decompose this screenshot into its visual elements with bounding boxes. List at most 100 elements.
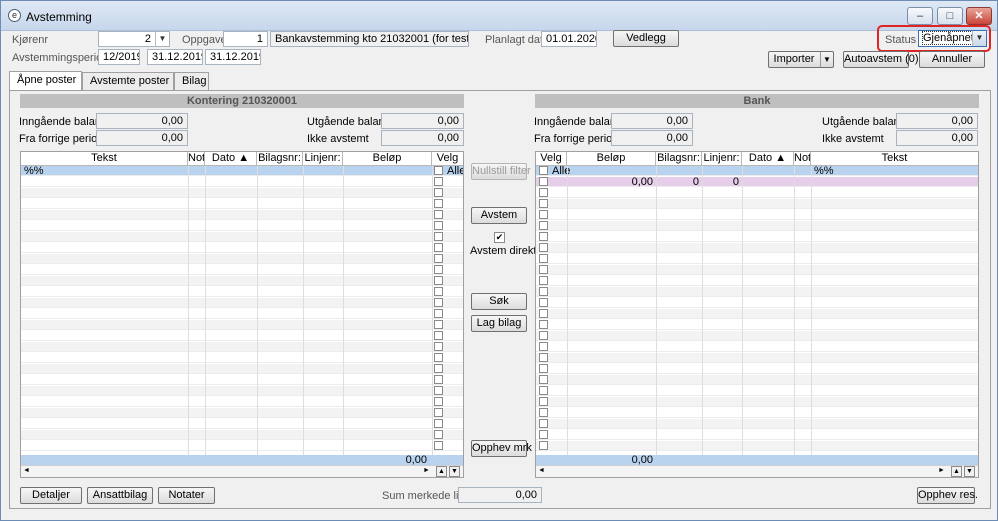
table-row[interactable] <box>21 254 463 264</box>
row-checkbox[interactable] <box>434 221 443 230</box>
row-checkbox[interactable] <box>434 210 443 219</box>
table-row[interactable] <box>536 441 978 451</box>
row-checkbox[interactable] <box>434 287 443 296</box>
row-checkbox[interactable] <box>539 276 548 285</box>
left-horizontal-scrollbar[interactable]: ◄ ► ▲ ▼ <box>21 465 463 477</box>
nullstill-filter-button[interactable]: Nullstill filter <box>471 163 531 180</box>
right-filter-row[interactable]: Alle %% <box>536 166 978 177</box>
row-checkbox[interactable] <box>434 331 443 340</box>
row-checkbox[interactable] <box>539 386 548 395</box>
minimize-button[interactable]: – <box>907 7 933 25</box>
table-row[interactable] <box>536 364 978 374</box>
row-checkbox[interactable] <box>539 353 548 362</box>
date-from-field[interactable]: 31.12.2019 <box>147 49 203 65</box>
scroll-up-double-icon[interactable]: ▲ <box>951 466 962 477</box>
row-checkbox[interactable] <box>539 441 548 450</box>
periode-field[interactable]: 12/2019 <box>98 49 140 65</box>
scroll-left-icon[interactable]: ◄ <box>23 467 30 474</box>
col-tekst[interactable]: Tekst <box>21 152 188 166</box>
table-row[interactable] <box>536 254 978 264</box>
row-checkbox[interactable] <box>539 298 548 307</box>
col-velg[interactable]: Velg <box>432 152 463 166</box>
table-row[interactable] <box>21 232 463 242</box>
row-checkbox[interactable] <box>434 276 443 285</box>
table-row[interactable] <box>21 342 463 352</box>
col-linjenr[interactable]: Linjenr: <box>702 152 742 166</box>
opphev-res-button[interactable]: Opphev res. <box>917 487 978 504</box>
table-row[interactable] <box>536 353 978 363</box>
scroll-left-icon[interactable]: ◄ <box>538 467 545 474</box>
col-bilagsnr[interactable]: Bilagsnr: <box>257 152 303 166</box>
table-row[interactable] <box>536 408 978 418</box>
col-dato[interactable]: Dato ▲ <box>205 152 257 166</box>
table-row[interactable] <box>21 210 463 220</box>
table-row[interactable] <box>21 243 463 253</box>
table-row[interactable] <box>536 199 978 209</box>
right-select-all-checkbox[interactable] <box>539 166 548 175</box>
row-checkbox[interactable] <box>539 221 548 230</box>
row-checkbox[interactable] <box>434 265 443 274</box>
table-row[interactable] <box>21 397 463 407</box>
right-horizontal-scrollbar[interactable]: ◄ ► ▲ ▼ <box>536 465 978 477</box>
row-checkbox[interactable] <box>539 199 548 208</box>
table-row[interactable] <box>536 287 978 297</box>
row-checkbox[interactable] <box>539 364 548 373</box>
table-row[interactable] <box>536 375 978 385</box>
left-filter-row[interactable]: %% Alle <box>21 166 463 177</box>
sok-button[interactable]: Søk <box>471 293 527 310</box>
row-checkbox[interactable] <box>539 265 548 274</box>
left-select-all-checkbox[interactable] <box>434 166 443 175</box>
row-checkbox[interactable] <box>434 364 443 373</box>
detaljer-button[interactable]: Detaljer <box>20 487 82 504</box>
row-checkbox[interactable] <box>434 243 443 252</box>
table-row[interactable] <box>536 309 978 319</box>
row-checkbox[interactable] <box>434 419 443 428</box>
col-belop[interactable]: Beløp <box>567 152 656 166</box>
row-checkbox[interactable] <box>539 232 548 241</box>
table-row[interactable] <box>21 430 463 440</box>
tab-avstemte-poster[interactable]: Avstemte poster <box>82 72 174 90</box>
row-checkbox[interactable] <box>539 331 548 340</box>
row-checkbox[interactable] <box>539 430 548 439</box>
kjorenr-select[interactable]: 2 ▼ <box>98 31 170 47</box>
chevron-down-icon[interactable]: ▼ <box>155 32 169 46</box>
table-row[interactable] <box>21 386 463 396</box>
table-row[interactable] <box>536 232 978 242</box>
ansattbilag-button[interactable]: Ansattbilag <box>87 487 153 504</box>
col-belop[interactable]: Beløp <box>343 152 432 166</box>
table-row[interactable] <box>536 320 978 330</box>
table-row[interactable] <box>536 331 978 341</box>
table-row[interactable] <box>21 287 463 297</box>
row-checkbox[interactable] <box>434 309 443 318</box>
chevron-down-icon[interactable]: ▼ <box>820 52 833 67</box>
table-row[interactable] <box>21 375 463 385</box>
row-checkbox[interactable] <box>434 232 443 241</box>
table-row[interactable] <box>21 265 463 275</box>
table-row[interactable]: 0,00 0 0 <box>536 177 978 188</box>
table-row[interactable] <box>21 177 463 187</box>
scroll-down-double-icon[interactable]: ▼ <box>449 466 460 477</box>
col-bilagsnr[interactable]: Bilagsnr: <box>656 152 702 166</box>
row-checkbox[interactable] <box>539 243 548 252</box>
col-not[interactable]: Not <box>794 152 811 166</box>
row-checkbox[interactable] <box>539 254 548 263</box>
table-row[interactable] <box>536 243 978 253</box>
avstem-button[interactable]: Avstem <box>471 207 527 224</box>
row-checkbox[interactable] <box>434 188 443 197</box>
autoavstem-button[interactable]: Autoavstem (0) <box>843 51 919 68</box>
table-row[interactable] <box>536 430 978 440</box>
table-row[interactable] <box>21 276 463 286</box>
table-row[interactable] <box>536 397 978 407</box>
annuller-button[interactable]: Annuller <box>919 51 985 68</box>
row-checkbox[interactable] <box>539 375 548 384</box>
row-checkbox[interactable] <box>434 397 443 406</box>
row-checkbox[interactable] <box>539 188 548 197</box>
row-checkbox[interactable] <box>539 408 548 417</box>
row-checkbox[interactable] <box>434 342 443 351</box>
row-checkbox[interactable] <box>434 441 443 450</box>
table-row[interactable] <box>21 221 463 231</box>
right-filter-text[interactable]: %% <box>814 166 834 177</box>
col-dato[interactable]: Dato ▲ <box>742 152 794 166</box>
row-checkbox[interactable] <box>434 199 443 208</box>
oppgave-number-field[interactable]: 1 <box>223 31 268 47</box>
